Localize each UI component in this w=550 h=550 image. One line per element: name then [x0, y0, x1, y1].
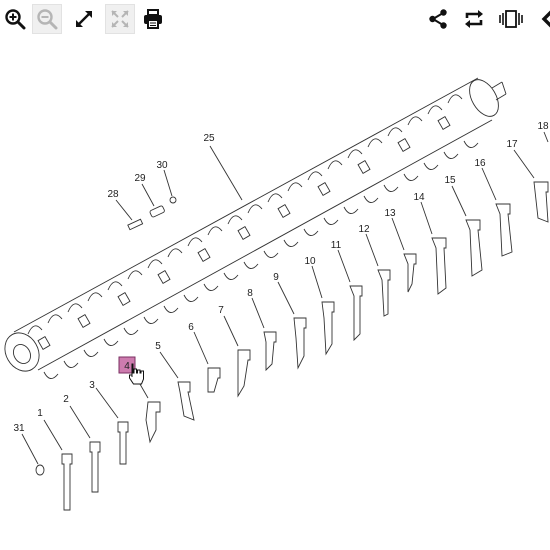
callout-15[interactable]: 15 [444, 175, 456, 186]
callout-16[interactable]: 16 [474, 158, 486, 169]
rotor-flights [27, 94, 479, 379]
previous-button[interactable] [532, 4, 550, 34]
rotate-button[interactable] [459, 4, 489, 34]
zoom-in-icon [5, 9, 26, 30]
callout-1[interactable]: 1 [37, 408, 43, 419]
carousel-icon [499, 10, 523, 28]
callout-31[interactable]: 31 [13, 423, 25, 434]
parts-diagram: 1 2 3 4 5 6 7 8 9 10 11 12 13 14 15 16 1… [4, 77, 549, 511]
callout-30[interactable]: 30 [156, 160, 168, 171]
callout-10[interactable]: 10 [304, 256, 316, 267]
callout-7[interactable]: 7 [218, 305, 224, 316]
rotor-shaft [4, 77, 507, 372]
callout-6[interactable]: 6 [188, 322, 194, 333]
share-icon [429, 9, 447, 29]
callout-4[interactable]: 4 [124, 361, 130, 372]
fit-screen-icon [111, 10, 129, 28]
expand-button[interactable] [69, 4, 99, 34]
callout-8[interactable]: 8 [247, 288, 253, 299]
zoom-in-button[interactable] [0, 4, 30, 34]
share-button[interactable] [423, 4, 453, 34]
callout-9[interactable]: 9 [273, 272, 279, 283]
callout-13[interactable]: 13 [384, 208, 396, 219]
callout-5[interactable]: 5 [155, 341, 161, 352]
viewer-toolbar [0, 0, 550, 40]
callout-17[interactable]: 17 [506, 139, 518, 150]
callout-2[interactable]: 2 [63, 394, 69, 405]
callout-29[interactable]: 29 [134, 173, 146, 184]
callout-12[interactable]: 12 [358, 224, 370, 235]
printer-icon [144, 9, 162, 29]
callout-3[interactable]: 3 [89, 380, 95, 391]
callout-28[interactable]: 28 [107, 189, 119, 200]
fit-screen-button[interactable] [105, 4, 135, 34]
callout-25[interactable]: 25 [203, 133, 215, 144]
hand-cursor-icon [129, 363, 144, 385]
leader-lines [21, 131, 549, 465]
carousel-button[interactable] [496, 4, 526, 34]
blade-parts [35, 181, 549, 511]
callout-18[interactable]: 18 [537, 121, 549, 132]
zoom-out-button[interactable] [32, 4, 62, 34]
zoom-out-icon [37, 9, 58, 30]
print-button[interactable] [138, 4, 168, 34]
callout-11[interactable]: 11 [331, 240, 342, 251]
rotate-icon [465, 10, 483, 28]
callout-14[interactable]: 14 [413, 192, 425, 203]
expand-arrows-icon [76, 11, 92, 27]
chevron-left-icon [541, 10, 550, 28]
